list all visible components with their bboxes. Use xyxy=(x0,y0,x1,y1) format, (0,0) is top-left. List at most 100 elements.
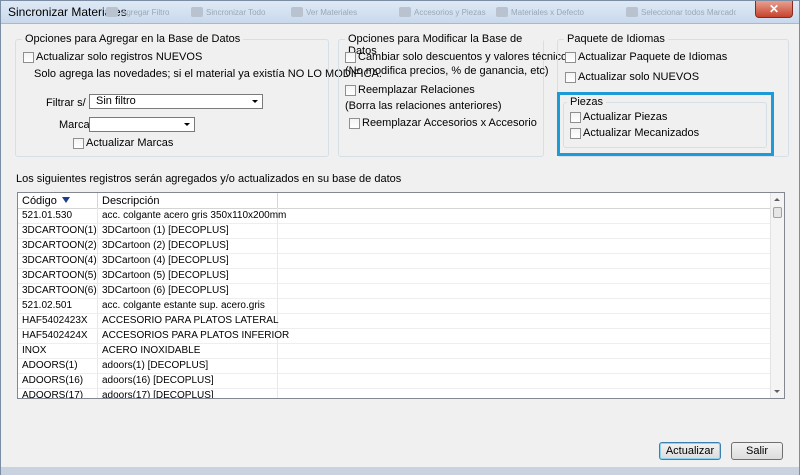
descuentos-note: (No modifica precios, % de ganancia, etc… xyxy=(345,65,549,77)
table-header: Código Descripción xyxy=(18,193,772,209)
filter-icon xyxy=(106,7,118,17)
chk-paquete-idiomas-label: Actualizar Paquete de Idiomas xyxy=(578,51,728,63)
ghost-toolbar-item: Accesorios y Piezas xyxy=(399,6,491,18)
group-piezas: Piezas xyxy=(563,96,767,148)
table-row[interactable]: 3DCARTOON(5) 3DCartoon (5) [DECOPLUS] xyxy=(18,269,772,284)
select-icon xyxy=(626,7,638,17)
cell-codigo: 521.01.530 xyxy=(22,210,73,221)
chk-reemplazar-accesorios[interactable] xyxy=(349,118,360,129)
ghost-toolbar-item: Seleccionar todos Marcados xyxy=(626,6,736,18)
table-row[interactable]: 521.01.530 acc. colgante acero gris 350x1… xyxy=(18,209,772,224)
chk-paquete-idiomas[interactable] xyxy=(565,52,576,63)
chk-actualizar-nuevos[interactable] xyxy=(23,52,34,63)
scroll-up-icon[interactable] xyxy=(774,198,780,201)
chk-reemplazar-relaciones[interactable] xyxy=(345,85,356,96)
material-icon xyxy=(496,7,508,17)
actualizar-button[interactable]: Actualizar xyxy=(659,442,721,460)
sort-desc-icon xyxy=(62,197,70,203)
close-button[interactable]: ✕ xyxy=(755,1,793,18)
cell-codigo: 3DCARTOON(6) xyxy=(22,285,97,296)
sync-icon xyxy=(191,7,203,17)
cell-descripcion: 3DCartoon (1) [DECOPLUS] xyxy=(102,225,229,236)
cell-descripcion: 3DCartoon (6) [DECOPLUS] xyxy=(102,285,229,296)
cell-descripcion: ACERO INOXIDABLE xyxy=(102,345,201,356)
materials-table[interactable]: Código Descripción 521.01.530 acc. colgan… xyxy=(17,192,785,399)
chevron-down-icon xyxy=(252,100,258,103)
cell-codigo: 3DCARTOON(2) xyxy=(22,240,97,251)
cell-descripcion: 3DCartoon (2) [DECOPLUS] xyxy=(102,240,229,251)
chk-idiomas-nuevos[interactable] xyxy=(565,72,576,83)
ghost-toolbar-item: Materiales x Defecto xyxy=(496,6,591,18)
column-header-descripcion[interactable]: Descripción xyxy=(102,195,159,207)
table-row[interactable]: ADOORS(17) adoors(17) [DECOPLUS] xyxy=(18,389,772,399)
title-bar: Sincronizar Materiales Agregar Filtro Si… xyxy=(1,1,799,24)
filtrar-label: Filtrar s/ : xyxy=(46,97,92,109)
table-row[interactable]: 3DCARTOON(4) 3DCartoon (4) [DECOPLUS] xyxy=(18,254,772,269)
column-header-codigo[interactable]: Código xyxy=(22,195,57,207)
chk-cambiar-descuentos[interactable] xyxy=(345,52,356,63)
scroll-down-icon[interactable] xyxy=(774,390,780,393)
cell-descripcion: adoors(16) [DECOPLUS] xyxy=(102,375,214,386)
list-icon xyxy=(291,7,303,17)
cell-codigo: 3DCARTOON(4) xyxy=(22,255,97,266)
salir-button[interactable]: Salir xyxy=(731,442,783,460)
vertical-scrollbar[interactable] xyxy=(770,193,784,398)
chk-actualizar-marcas[interactable] xyxy=(73,138,84,149)
tool-icon xyxy=(399,7,411,17)
cell-codigo: HAF5402423X xyxy=(22,315,88,326)
cell-codigo: INOX xyxy=(22,345,47,356)
chk-actualizar-mecanizados[interactable] xyxy=(570,128,581,139)
table-row[interactable]: 3DCARTOON(1) 3DCartoon (1) [DECOPLUS] xyxy=(18,224,772,239)
chk-actualizar-piezas-label: Actualizar Piezas xyxy=(583,111,668,123)
cell-descripcion: adoors(17) [DECOPLUS] xyxy=(102,390,214,399)
cell-codigo: 521.02.501 xyxy=(22,300,73,311)
chk-reemplazar-accesorios-label: Reemplazar Accesorios x Accesorio xyxy=(362,117,537,129)
background-strip xyxy=(1,467,799,475)
cell-descripcion: adoors(1) [DECOPLUS] xyxy=(102,360,209,371)
ghost-toolbar-item: Sincronizar Todo xyxy=(191,6,271,18)
table-row[interactable]: INOX ACERO INOXIDABLE xyxy=(18,344,772,359)
table-row[interactable]: 3DCARTOON(2) 3DCartoon (2) [DECOPLUS] xyxy=(18,239,772,254)
close-icon: ✕ xyxy=(768,2,780,16)
cell-descripcion: 3DCartoon (5) [DECOPLUS] xyxy=(102,270,229,281)
table-row[interactable]: ADOORS(1) adoors(1) [DECOPLUS] xyxy=(18,359,772,374)
sincronizar-window: Sincronizar Materiales Agregar Filtro Si… xyxy=(0,0,800,475)
scroll-thumb[interactable] xyxy=(773,207,782,218)
cell-descripcion: ACCESORIO PARA PLATOS LATERAL xyxy=(102,315,279,326)
chevron-down-icon xyxy=(184,123,190,126)
list-caption: Los siguientes registros serán agregados… xyxy=(16,173,402,185)
cell-codigo: HAF5402424X xyxy=(22,330,88,341)
table-row[interactable]: 521.02.501 acc. colgante estante sup. ace… xyxy=(18,299,772,314)
cell-descripcion: acc. colgante estante sup. acero.gris xyxy=(102,300,265,311)
ghost-toolbar-item: Ver Materiales xyxy=(291,6,371,18)
cell-codigo: ADOORS(1) xyxy=(22,360,78,371)
table-row[interactable]: ADOORS(16) adoors(16) [DECOPLUS] xyxy=(18,374,772,389)
nuevos-note: Solo agrega las novedades; si el materia… xyxy=(34,68,382,80)
cell-codigo: ADOORS(17) xyxy=(22,390,84,399)
marca-select[interactable] xyxy=(89,117,195,132)
chk-idiomas-nuevos-label: Actualizar solo NUEVOS xyxy=(578,71,700,83)
relaciones-note: (Borra las relaciones anteriores) xyxy=(345,100,502,112)
column-separator[interactable] xyxy=(277,193,278,208)
table-row[interactable]: HAF5402424X ACCESORIOS PARA PLATOS INFERI… xyxy=(18,329,772,344)
chk-cambiar-descuentos-label: Cambiar solo descuentos y valores técnic… xyxy=(358,51,573,63)
group-idiomas-label: Paquete de Idiomas xyxy=(564,33,668,45)
cell-codigo: 3DCARTOON(5) xyxy=(22,270,97,281)
marca-label: Marca: xyxy=(59,119,93,131)
filtrar-select[interactable]: Sin filtro xyxy=(89,94,263,109)
chk-actualizar-nuevos-label: Actualizar solo registros NUEVOS xyxy=(36,51,203,63)
chk-actualizar-mecanizados-label: Actualizar Mecanizados xyxy=(583,127,700,139)
cell-descripcion: acc. colgante acero gris 350x110x200mm xyxy=(102,210,287,221)
group-agregar-label: Opciones para Agregar en la Base de Dato… xyxy=(22,33,244,45)
chk-reemplazar-relaciones-label: Reemplazar Relaciones xyxy=(358,84,475,96)
chk-actualizar-marcas-label: Actualizar Marcas xyxy=(86,137,174,149)
cell-codigo: 3DCARTOON(1) xyxy=(22,225,97,236)
table-row[interactable]: HAF5402423X ACCESORIO PARA PLATOS LATERAL xyxy=(18,314,772,329)
table-row[interactable]: 3DCARTOON(6) 3DCartoon (6) [DECOPLUS] xyxy=(18,284,772,299)
chk-actualizar-piezas[interactable] xyxy=(570,112,581,123)
cell-descripcion: ACCESORIOS PARA PLATOS INFERIOR xyxy=(102,330,290,341)
group-piezas-label: Piezas xyxy=(567,96,607,108)
filtrar-value: Sin filtro xyxy=(96,95,136,107)
column-separator[interactable] xyxy=(97,193,98,208)
cell-descripcion: 3DCartoon (4) [DECOPLUS] xyxy=(102,255,229,266)
